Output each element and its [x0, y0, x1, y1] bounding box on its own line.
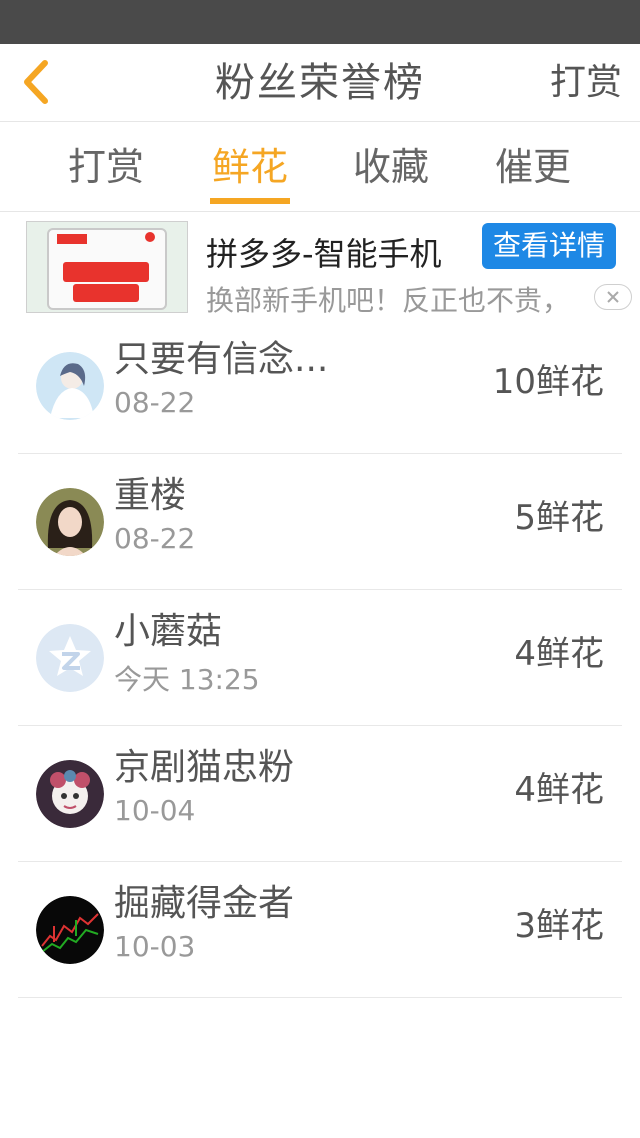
close-icon — [607, 291, 619, 303]
chevron-left-icon — [24, 60, 48, 104]
ad-subtitle: 换部新手机吧！反正也不贵， — [206, 284, 571, 317]
avatar — [36, 488, 104, 556]
list-item[interactable]: 小蘑菇 今天 13:25 4鲜花 — [18, 590, 622, 726]
list-item[interactable]: 掘藏得金者 10-03 3鲜花 — [18, 862, 622, 998]
flower-count: 10鲜花 — [492, 362, 604, 402]
fan-date: 10-04 — [114, 794, 196, 827]
nav-bar: 粉丝荣誉榜 打赏 — [0, 44, 640, 122]
fan-date: 10-03 — [114, 930, 196, 963]
tab-reward[interactable]: 打赏 — [26, 122, 186, 212]
ad-close-button[interactable] — [594, 284, 632, 310]
fan-date: 08-22 — [114, 386, 196, 419]
list-item[interactable]: 京剧猫忠粉 10-04 4鲜花 — [18, 726, 622, 862]
fan-name: 只要有信念... — [114, 339, 329, 380]
ad-title[interactable]: 拼多多-智能手机 — [206, 229, 442, 275]
flower-count: 3鲜花 — [514, 906, 604, 946]
avatar — [36, 760, 104, 828]
fan-name: 小蘑菇 — [114, 611, 223, 652]
reward-button[interactable]: 打赏 — [550, 44, 622, 122]
fan-name: 掘藏得金者 — [114, 883, 295, 924]
tab-favorites[interactable]: 收藏 — [311, 122, 471, 212]
avatar — [36, 352, 104, 420]
avatar — [36, 896, 104, 964]
page-title: 粉丝荣誉榜 — [215, 60, 425, 106]
status-bar — [0, 0, 640, 44]
flower-count: 4鲜花 — [514, 770, 604, 810]
flower-count: 5鲜花 — [514, 498, 604, 538]
avatar — [36, 624, 104, 692]
ad-banner[interactable]: 拼多多-智能手机 查看详情 换部新手机吧！反正也不贵， — [0, 213, 640, 318]
list-item[interactable]: 重楼 08-22 5鲜花 — [18, 454, 622, 590]
ad-details-button[interactable]: 查看详情 — [482, 223, 616, 269]
fan-date: 08-22 — [114, 522, 196, 555]
fan-name: 京剧猫忠粉 — [114, 747, 295, 788]
fan-name: 重楼 — [114, 475, 187, 516]
tab-bar: 打赏 鲜花 收藏 催更 — [0, 122, 640, 212]
ad-thumbnail[interactable] — [26, 221, 188, 313]
active-tab-indicator — [210, 198, 290, 204]
back-button[interactable] — [12, 56, 60, 108]
list-item[interactable]: 只要有信念... 08-22 10鲜花 — [18, 318, 622, 454]
tab-urge-update[interactable]: 催更 — [453, 122, 613, 212]
fan-date: 今天 13:25 — [114, 663, 260, 696]
flower-count: 4鲜花 — [514, 634, 604, 674]
